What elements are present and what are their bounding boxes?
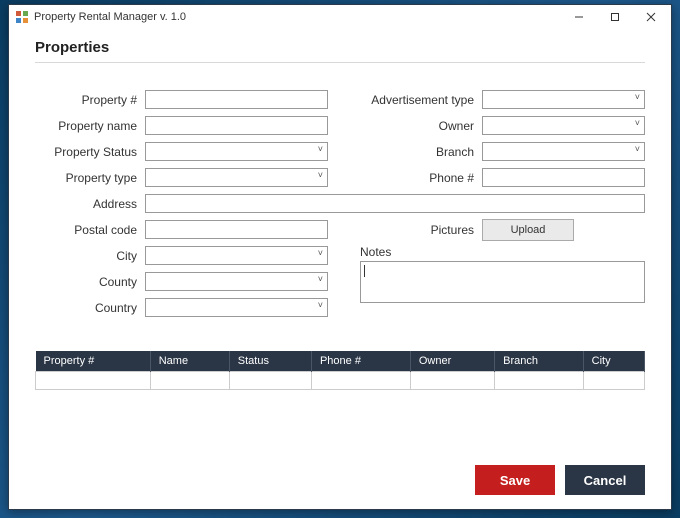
- col-branch[interactable]: Branch: [495, 351, 583, 372]
- property-status-label: Property Status: [35, 145, 145, 159]
- properties-table: Property # Name Status Phone # Owner Bra…: [35, 351, 645, 390]
- postal-code-label: Postal code: [35, 223, 145, 237]
- pictures-label: Pictures: [352, 223, 482, 237]
- page-title: Properties: [35, 39, 645, 63]
- notes-textarea[interactable]: [360, 261, 645, 303]
- col-phone[interactable]: Phone #: [311, 351, 410, 372]
- window-controls: [561, 6, 669, 28]
- property-name-label: Property name: [35, 119, 145, 133]
- ad-type-select[interactable]: [482, 90, 645, 109]
- address-input[interactable]: [145, 194, 645, 213]
- postal-code-input[interactable]: [145, 220, 328, 239]
- app-window: Property Rental Manager v. 1.0 Propertie…: [8, 4, 672, 510]
- col-owner[interactable]: Owner: [410, 351, 494, 372]
- form-left-column: Property # Property name Property Status…: [35, 89, 328, 193]
- form-right-column: Advertisement type Owner Branch Phone #: [352, 89, 645, 193]
- window-title: Property Rental Manager v. 1.0: [34, 11, 561, 23]
- ad-type-label: Advertisement type: [352, 93, 482, 107]
- properties-table-wrap: Property # Name Status Phone # Owner Bra…: [35, 351, 645, 390]
- city-select[interactable]: [145, 246, 328, 265]
- property-status-select[interactable]: [145, 142, 328, 161]
- property-type-label: Property type: [35, 171, 145, 185]
- col-name[interactable]: Name: [150, 351, 229, 372]
- close-button[interactable]: [633, 6, 669, 28]
- form: Property # Property name Property Status…: [35, 89, 645, 193]
- county-label: County: [35, 275, 145, 289]
- titlebar: Property Rental Manager v. 1.0: [9, 5, 671, 29]
- owner-label: Owner: [352, 119, 482, 133]
- form-lower: Postal code City County Country: [35, 219, 645, 323]
- app-icon: [15, 10, 29, 24]
- owner-select[interactable]: [482, 116, 645, 135]
- phone-label: Phone #: [352, 171, 482, 185]
- col-property-number[interactable]: Property #: [36, 351, 151, 372]
- phone-input[interactable]: [482, 168, 645, 187]
- notes-label: Notes: [360, 245, 645, 259]
- country-select[interactable]: [145, 298, 328, 317]
- country-label: Country: [35, 301, 145, 315]
- property-name-input[interactable]: [145, 116, 328, 135]
- table-row[interactable]: [36, 372, 645, 390]
- branch-select[interactable]: [482, 142, 645, 161]
- content-area: Properties Property # Property name Prop…: [9, 29, 671, 509]
- property-number-input[interactable]: [145, 90, 328, 109]
- branch-label: Branch: [352, 145, 482, 159]
- county-select[interactable]: [145, 272, 328, 291]
- save-button[interactable]: Save: [475, 465, 555, 495]
- property-number-label: Property #: [35, 93, 145, 107]
- address-label: Address: [35, 197, 145, 211]
- minimize-button[interactable]: [561, 6, 597, 28]
- maximize-button[interactable]: [597, 6, 633, 28]
- col-city[interactable]: City: [583, 351, 644, 372]
- property-type-select[interactable]: [145, 168, 328, 187]
- city-label: City: [35, 249, 145, 263]
- cancel-button[interactable]: Cancel: [565, 465, 645, 495]
- footer-buttons: Save Cancel: [35, 449, 645, 495]
- upload-button[interactable]: Upload: [482, 219, 574, 241]
- col-status[interactable]: Status: [229, 351, 311, 372]
